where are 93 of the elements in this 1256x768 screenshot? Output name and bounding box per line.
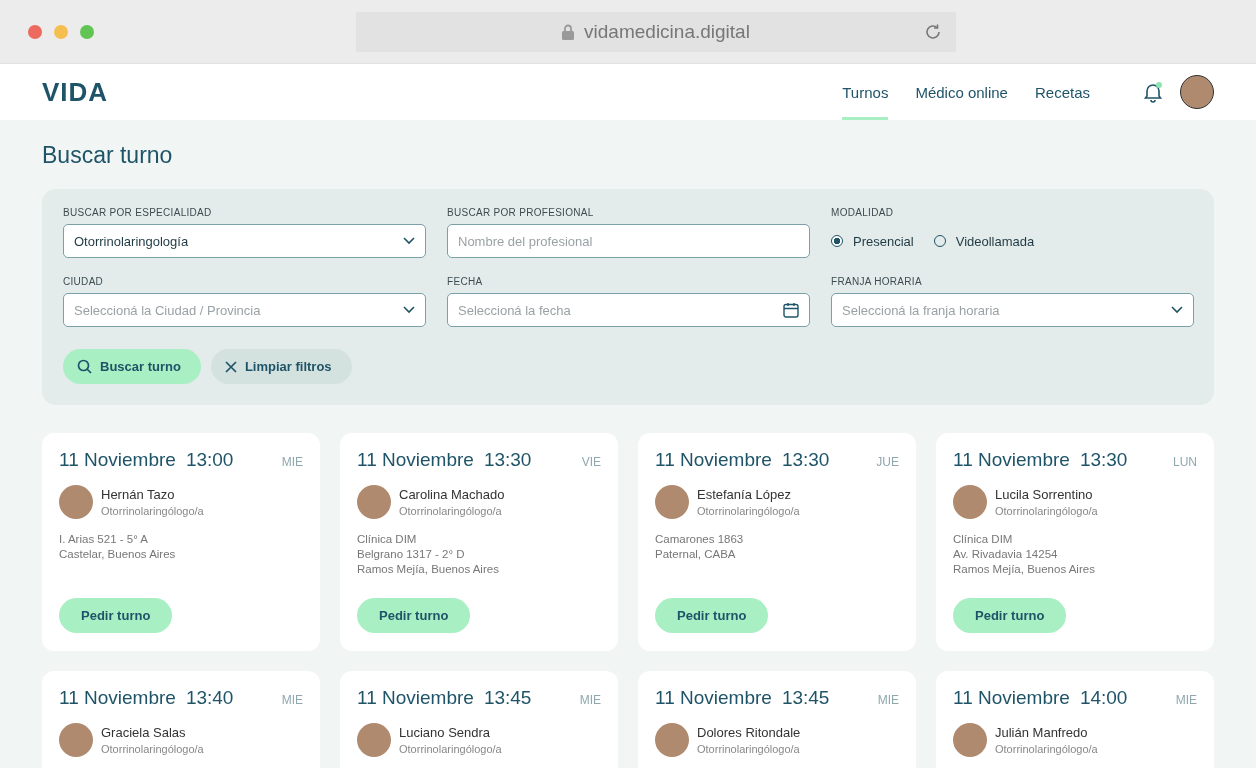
field-label: BUSCAR POR PROFESIONAL [447,207,595,218]
field-label: BUSCAR POR ESPECIALIDAD [63,207,213,218]
weekday-label: MIE [1175,693,1197,707]
lock-icon [562,23,575,40]
doctor-avatar [953,723,987,757]
appointment-time: 13:45 [781,687,830,709]
address-line: Castelar, Buenos Aires [59,548,177,560]
appointment-time: 13:45 [483,687,532,709]
address-line: Clínica DIM [357,533,418,545]
doctor-specialty: Otorrinolaringólogo/a [101,505,204,517]
appointment-date: 11 Noviembre [953,449,1070,471]
book-appointment-button[interactable]: Pedir turno [59,598,173,633]
doctor-specialty: Otorrinolaringólogo/a [697,505,800,517]
doctor-name: Hernán Tazo [101,487,176,502]
field-label: FECHA [447,276,484,287]
user-avatar[interactable] [1180,75,1214,109]
book-appointment-button[interactable]: Pedir turno [655,598,769,633]
modality-radio[interactable]: Presencial [831,233,914,249]
appointment-date: 11 Noviembre [357,449,474,471]
doctor-name: Graciela Salas [101,725,187,740]
doctor-avatar [59,723,93,757]
weekday-label: MIE [877,693,899,707]
weekday-label: MIE [281,455,303,469]
doctor-avatar [59,485,93,519]
vida-logo[interactable]: VIDA [42,76,109,108]
close-window-icon[interactable] [28,24,42,39]
doctor-name: Carolina Machado [399,487,505,502]
chevron-down-icon[interactable] [403,306,415,314]
close-icon [224,360,237,373]
radio-icon[interactable] [831,235,843,247]
address-line: Camarones 1863 [655,533,745,545]
appointment-time: 13:30 [1079,449,1128,471]
weekday-label: MIE [281,693,303,707]
modality-radio[interactable]: Videollamada [933,233,1035,249]
appointment-time: 13:40 [185,687,234,709]
calendar-icon[interactable] [783,302,799,318]
appointment-date: 11 Noviembre [655,449,772,471]
doctor-specialty: Otorrinolaringólogo/a [399,743,502,755]
field-label: CIUDAD [63,276,105,287]
address-line: Belgrano 1317 - 2° D [357,548,466,560]
doctor-specialty: Otorrinolaringólogo/a [995,743,1098,755]
appointment-time: 13:30 [483,449,532,471]
doctor-name: Luciano Sendra [399,725,492,740]
doctor-name: Julián Manfredo [995,725,1089,740]
appointment-time: 14:00 [1079,687,1128,709]
doctor-name: Dolores Ritondale [697,725,801,740]
doctor-specialty: Otorrinolaringólogo/a [697,743,801,755]
doctor-avatar [655,723,689,757]
reload-icon[interactable] [924,22,942,41]
field-label: FRANJA HORARIA [831,276,923,287]
field-label: MODALIDAD [831,207,895,218]
doctor-avatar [953,485,987,519]
weekday-label: MIE [579,693,601,707]
nav-link[interactable]: Turnos [842,64,889,120]
weekday-label: VIE [581,455,601,469]
notification-bell-icon[interactable] [1142,81,1164,103]
url-text: vidamedicina.digital [584,20,750,43]
page-title: Buscar turno [42,142,174,169]
book-appointment-button[interactable]: Pedir turno [357,598,471,633]
appointment-date: 11 Noviembre [655,687,772,709]
doctor-specialty: Otorrinolaringólogo/a [101,743,204,755]
nav-link[interactable]: Recetas [1034,64,1090,120]
book-appointment-button[interactable]: Pedir turno [953,598,1067,633]
appointment-date: 11 Noviembre [59,449,176,471]
doctor-specialty: Otorrinolaringólogo/a [399,505,503,517]
weekday-label: JUE [876,455,899,469]
specialty-dropdown[interactable]: Otorrinolaringología [63,224,426,258]
address-bar[interactable]: vidamedicina.digital [356,11,956,52]
address-line: Clínica DIM [953,533,1014,545]
weekday-label: LUN [1173,455,1197,469]
doctor-name: Lucila Sorrentino [995,487,1094,502]
doctor-name: Estefanía López [697,487,792,502]
clear-filters-button[interactable]: Limpiar filtros [210,349,352,384]
doctor-specialty: Otorrinolaringólogo/a [995,505,1098,517]
appointment-time: 13:00 [185,449,234,471]
doctor-avatar [655,485,689,519]
doctor-avatar [357,723,391,757]
appointment-date: 11 Noviembre [953,687,1070,709]
appointment-date: 11 Noviembre [59,687,176,709]
professional-input-field[interactable]: Nombre del profesional [447,224,810,258]
doctor-avatar [357,485,391,519]
address-line: Ramos Mejía, Buenos Aires [357,563,500,575]
search-icon [77,359,92,374]
chevron-down-icon[interactable] [1171,306,1183,314]
appointment-date: 11 Noviembre [357,687,474,709]
search-button[interactable]: Buscar turno [63,349,201,384]
appointment-time: 13:30 [781,449,830,471]
nav-link[interactable]: Médico online [915,64,1008,120]
chevron-down-icon[interactable] [403,237,415,245]
address-line: I. Arias 521 - 5° A [59,533,149,545]
address-line: Paternal, CABA [655,548,737,560]
address-line: Av. Rivadavia 14254 [953,548,1059,560]
address-line: Ramos Mejía, Buenos Aires [953,563,1096,575]
